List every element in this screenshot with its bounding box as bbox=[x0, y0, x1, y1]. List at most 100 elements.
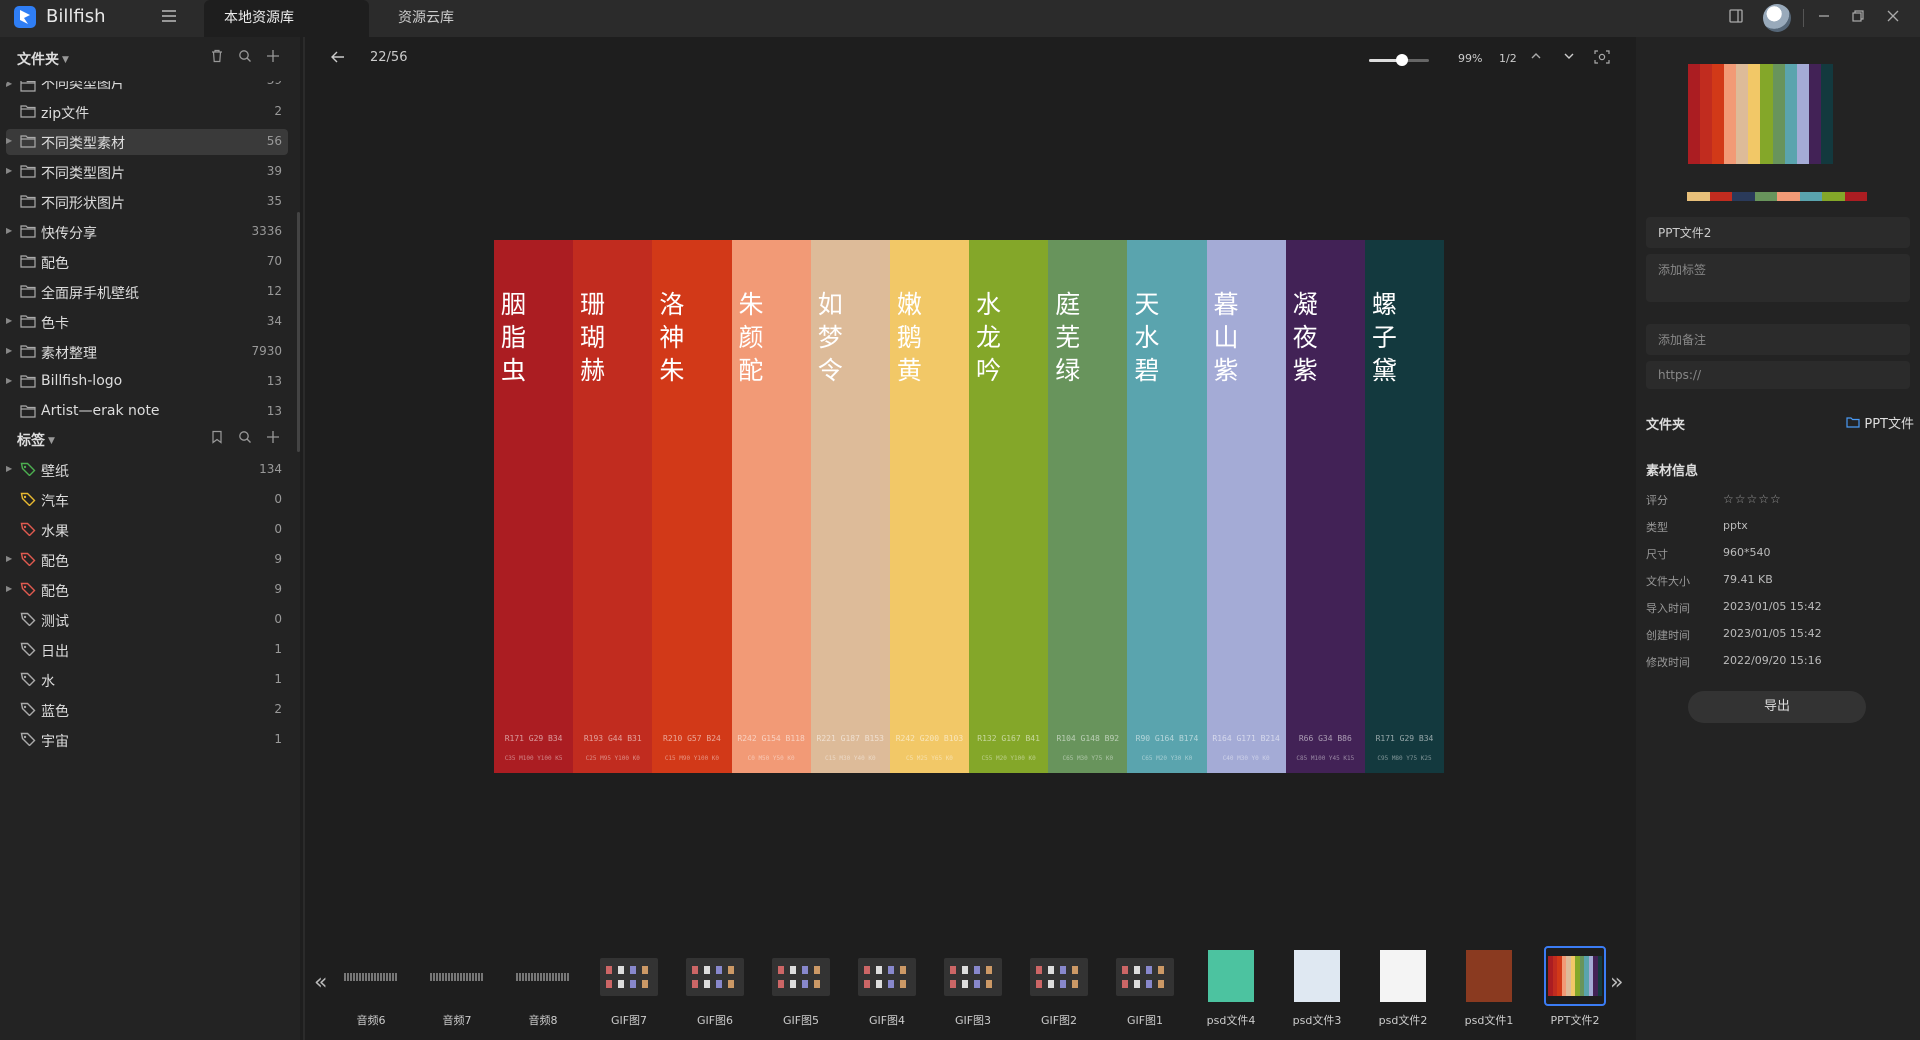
expand-arrow-icon[interactable]: ▶ bbox=[6, 81, 12, 88]
filmstrip-thumb[interactable]: 音频8 bbox=[506, 946, 580, 1028]
scroll-right-icon[interactable]: » bbox=[1610, 970, 1623, 995]
tab-local-library[interactable]: 本地资源库 bbox=[204, 0, 369, 37]
color-swatch[interactable] bbox=[1687, 192, 1710, 201]
note-field[interactable]: 添加备注 bbox=[1646, 324, 1910, 355]
url-field[interactable]: https:// bbox=[1646, 361, 1910, 389]
tag-label: 日出 bbox=[41, 644, 69, 660]
tag-item[interactable]: 测试 0 bbox=[6, 607, 288, 633]
tag-item[interactable]: 汽车 0 bbox=[6, 487, 288, 513]
thumbnail-strip bbox=[1760, 64, 1773, 164]
filmstrip-thumb[interactable]: GIF图6 bbox=[678, 946, 752, 1028]
user-avatar[interactable] bbox=[1763, 4, 1791, 32]
color-strip: 胭脂虫 R171 G29 B34 C35 M100 Y100 K5 bbox=[494, 240, 574, 773]
add-folder-icon[interactable] bbox=[266, 49, 280, 67]
thumb-caption: GIF图2 bbox=[1040, 1014, 1078, 1027]
sidebar-scrollbar[interactable] bbox=[297, 212, 300, 452]
fit-screen-icon[interactable] bbox=[1594, 49, 1610, 69]
folder-item[interactable]: 不同形状图片 35 bbox=[6, 189, 288, 215]
folder-item[interactable]: ▶ 不同类型素材 56 bbox=[6, 129, 288, 155]
search-icon[interactable] bbox=[238, 430, 252, 448]
expand-arrow-icon[interactable]: ▶ bbox=[6, 376, 12, 385]
tags-field[interactable]: 添加标签 bbox=[1646, 254, 1910, 302]
filmstrip-thumb[interactable]: 音频7 bbox=[420, 946, 494, 1028]
filmstrip-thumb[interactable]: psd文件1 bbox=[1452, 946, 1526, 1028]
filmstrip-thumb[interactable]: GIF图2 bbox=[1022, 946, 1096, 1028]
folder-item[interactable]: ▶ 不同类型图片 39 bbox=[6, 159, 288, 185]
minimize-icon[interactable] bbox=[1817, 8, 1831, 28]
color-cmyk: C15 M30 Y40 K0 bbox=[824, 755, 876, 762]
preview-image[interactable]: 胭脂虫 R171 G29 B34 C35 M100 Y100 K5 珊瑚赫 R193 G… bbox=[494, 240, 1445, 773]
folder-item[interactable]: ▶ Billfish-logo 13 bbox=[6, 369, 288, 395]
filename-field[interactable]: PPT文件2 bbox=[1646, 217, 1910, 248]
tag-item[interactable]: 水果 0 bbox=[6, 517, 288, 543]
trash-icon[interactable] bbox=[210, 49, 224, 67]
filmstrip-thumb[interactable]: psd文件2 bbox=[1366, 946, 1440, 1028]
tag-item[interactable]: ▶ 壁纸 134 bbox=[6, 457, 288, 483]
rating-stars[interactable]: ☆☆☆☆☆ bbox=[1723, 492, 1782, 506]
thumb-image bbox=[942, 946, 1004, 1006]
tag-item[interactable]: 蓝色 2 bbox=[6, 697, 288, 723]
tag-item[interactable]: 宇宙 1 bbox=[6, 727, 288, 753]
tag-item[interactable]: 水1 bbox=[6, 667, 288, 693]
chevron-up-icon[interactable] bbox=[1529, 49, 1543, 67]
folder-item[interactable]: zip文件 2 bbox=[6, 99, 288, 125]
tags-title[interactable]: 标签 ▼ bbox=[17, 430, 55, 450]
filmstrip-thumb[interactable]: GIF图3 bbox=[936, 946, 1010, 1028]
tag-item[interactable]: ▶ 配色 9 bbox=[6, 547, 288, 573]
color-swatch[interactable] bbox=[1799, 192, 1822, 201]
folder-link[interactable]: PPT文件 bbox=[1846, 413, 1914, 432]
filmstrip-thumb[interactable]: PPT文件2 bbox=[1538, 946, 1612, 1028]
panel-divider[interactable] bbox=[303, 37, 305, 1040]
filmstrip-thumb[interactable]: GIF图5 bbox=[764, 946, 838, 1028]
filmstrip-thumb[interactable]: GIF图1 bbox=[1108, 946, 1182, 1028]
filmstrip-thumb[interactable]: GIF图7 bbox=[592, 946, 666, 1028]
expand-arrow-icon[interactable]: ▶ bbox=[6, 226, 12, 235]
sidebar-toggle-icon[interactable] bbox=[1728, 8, 1744, 28]
expand-arrow-icon[interactable]: ▶ bbox=[6, 554, 12, 563]
detail-thumbnail bbox=[1688, 64, 1833, 164]
tag-icon bbox=[20, 612, 36, 627]
tab-cloud-library[interactable]: 资源云库 bbox=[378, 0, 474, 37]
filmstrip-thumb[interactable]: psd文件3 bbox=[1280, 946, 1354, 1028]
chevron-down-icon[interactable] bbox=[1562, 49, 1576, 67]
color-swatch[interactable] bbox=[1709, 192, 1732, 201]
folder-item[interactable]: 全面屏手机壁纸 12 bbox=[6, 279, 288, 305]
expand-arrow-icon[interactable]: ▶ bbox=[6, 346, 12, 355]
folder-item[interactable]: Artist—erak note 13 bbox=[6, 399, 288, 425]
close-icon[interactable] bbox=[1886, 8, 1900, 28]
filmstrip-thumb[interactable]: GIF图4 bbox=[850, 946, 924, 1028]
color-swatch[interactable] bbox=[1822, 192, 1845, 201]
hamburger-menu-icon[interactable] bbox=[160, 8, 180, 28]
folder-item[interactable]: ▶ 素材整理 7930 bbox=[6, 339, 288, 365]
folder-item[interactable]: ▶ 快传分享 3336 bbox=[6, 219, 288, 245]
folder-item[interactable]: 配色 70 bbox=[6, 249, 288, 275]
add-tag-icon[interactable] bbox=[266, 430, 280, 448]
bookmark-icon[interactable] bbox=[210, 430, 224, 448]
back-arrow-icon[interactable] bbox=[330, 49, 346, 69]
filmstrip-thumb[interactable]: 音频6 bbox=[334, 946, 408, 1028]
tag-item[interactable]: ▶ 配色 9 bbox=[6, 577, 288, 603]
folder-item[interactable]: ▶ 不同类型图片 39 bbox=[6, 81, 288, 95]
thumb-caption: psd文件2 bbox=[1378, 1014, 1428, 1027]
folders-title[interactable]: 文件夹 ▼ bbox=[17, 49, 69, 69]
color-swatches[interactable] bbox=[1687, 192, 1867, 201]
color-swatch[interactable] bbox=[1777, 192, 1800, 201]
expand-arrow-icon[interactable]: ▶ bbox=[6, 166, 12, 175]
tag-label: 水果 bbox=[41, 524, 69, 540]
expand-arrow-icon[interactable]: ▶ bbox=[6, 584, 12, 593]
zoom-slider[interactable] bbox=[1369, 54, 1429, 66]
expand-arrow-icon[interactable]: ▶ bbox=[6, 464, 12, 473]
filmstrip-thumb[interactable]: psd文件4 bbox=[1194, 946, 1268, 1028]
export-button[interactable]: 导出 bbox=[1688, 691, 1866, 723]
expand-arrow-icon[interactable]: ▶ bbox=[6, 136, 12, 145]
color-swatch[interactable] bbox=[1732, 192, 1755, 201]
color-swatch[interactable] bbox=[1754, 192, 1777, 201]
scroll-left-icon[interactable]: « bbox=[314, 970, 327, 995]
zoom-slider-handle[interactable] bbox=[1396, 54, 1408, 66]
expand-arrow-icon[interactable]: ▶ bbox=[6, 316, 12, 325]
tag-item[interactable]: 日出 1 bbox=[6, 637, 288, 663]
folder-item[interactable]: ▶ 色卡 34 bbox=[6, 309, 288, 335]
restore-icon[interactable] bbox=[1851, 8, 1865, 28]
search-icon[interactable] bbox=[238, 49, 252, 67]
color-swatch[interactable] bbox=[1844, 192, 1867, 201]
